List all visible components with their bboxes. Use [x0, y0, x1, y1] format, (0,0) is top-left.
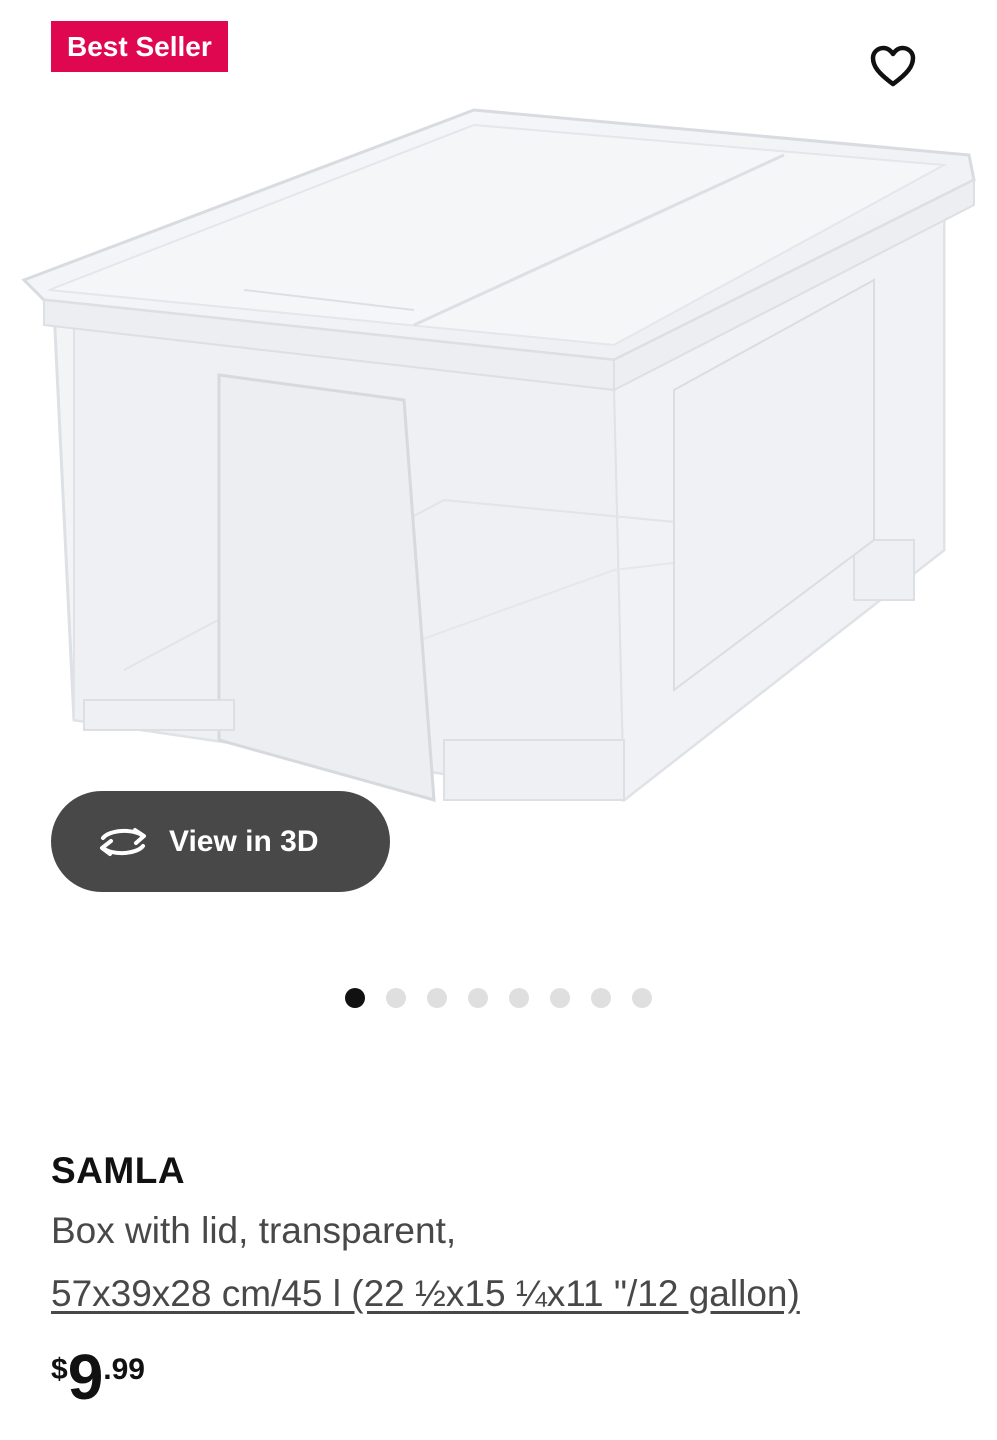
product-name: SAMLA [51, 1150, 186, 1191]
product-page: Best Seller View in 3D SAMLA Box with li… [0, 0, 997, 1440]
carousel-dot[interactable] [550, 988, 570, 1008]
carousel-dot[interactable] [345, 988, 365, 1008]
price-currency: $ [51, 1353, 68, 1386]
best-seller-badge: Best Seller [51, 21, 228, 72]
heart-outline-icon [870, 45, 916, 87]
product-size-link[interactable]: 57x39x28 cm/45 l (22 ½x15 ¼x11 "/12 gall… [51, 1273, 800, 1315]
carousel-dot[interactable] [509, 988, 529, 1008]
carousel-dots [345, 988, 673, 1008]
price-integer: 9 [67, 1341, 104, 1413]
favorite-button[interactable] [863, 38, 923, 94]
carousel-dot[interactable] [386, 988, 406, 1008]
carousel-dot[interactable] [427, 988, 447, 1008]
carousel-dot[interactable] [591, 988, 611, 1008]
product-image[interactable] [14, 100, 984, 820]
view-in-3d-label: View in 3D [169, 824, 319, 858]
carousel-dot[interactable] [632, 988, 652, 1008]
view-in-3d-button[interactable]: View in 3D [51, 791, 390, 892]
price-decimal: .99 [103, 1353, 145, 1386]
product-description: Box with lid, transparent, [51, 1210, 457, 1251]
carousel-dot[interactable] [468, 988, 488, 1008]
rotate-3d-icon [95, 822, 151, 862]
product-price: $ 9 .99 [51, 1345, 145, 1409]
